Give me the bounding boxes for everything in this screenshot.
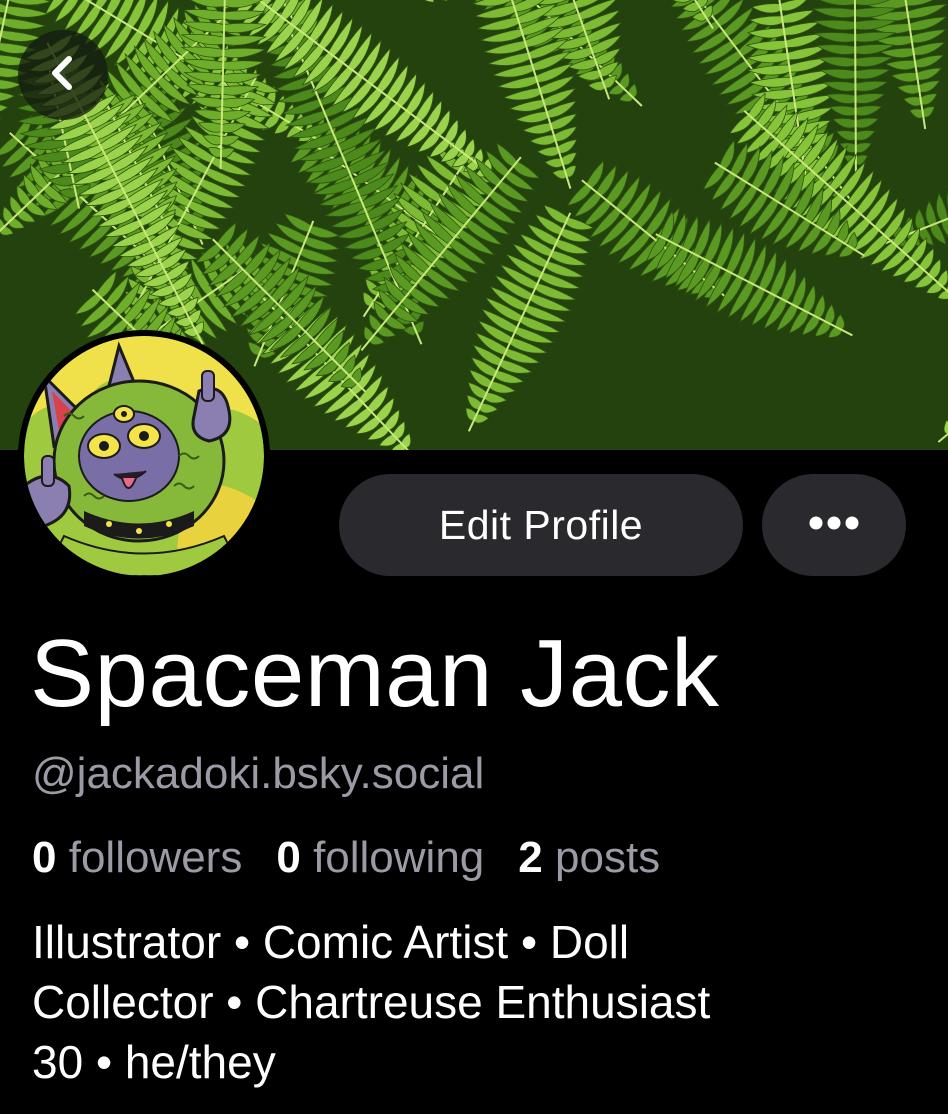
bio-line: 30 • he/they (32, 1036, 276, 1088)
profile-handle: @jackadoki.bsky.social (32, 749, 485, 798)
posts-count: 2 (518, 833, 543, 882)
avatar-illustration (24, 336, 264, 576)
bio-line: Collector • Chartreuse Enthusiast (32, 976, 711, 1028)
posts-label: posts (555, 833, 661, 882)
profile-bio: Illustrator • Comic Artist • Doll Collec… (32, 912, 912, 1092)
edit-profile-button[interactable]: Edit Profile (339, 474, 743, 576)
back-button[interactable] (18, 30, 108, 120)
followers-count: 0 (32, 833, 57, 882)
following-label: following (313, 833, 485, 882)
following-stat[interactable]: 0 following (276, 830, 484, 886)
bio-line: Illustrator • Comic Artist • Doll (32, 916, 630, 968)
following-count: 0 (276, 833, 301, 882)
profile-stats: 0 followers 0 following 2 posts (32, 830, 694, 886)
posts-stat: 2 posts (518, 830, 660, 886)
followers-label: followers (68, 833, 243, 882)
avatar[interactable] (18, 330, 270, 582)
ellipsis-icon (809, 516, 859, 535)
display-name: Spaceman Jack (30, 620, 720, 727)
followers-stat[interactable]: 0 followers (32, 830, 242, 886)
chevron-left-icon (43, 53, 83, 98)
more-options-button[interactable] (762, 474, 906, 576)
